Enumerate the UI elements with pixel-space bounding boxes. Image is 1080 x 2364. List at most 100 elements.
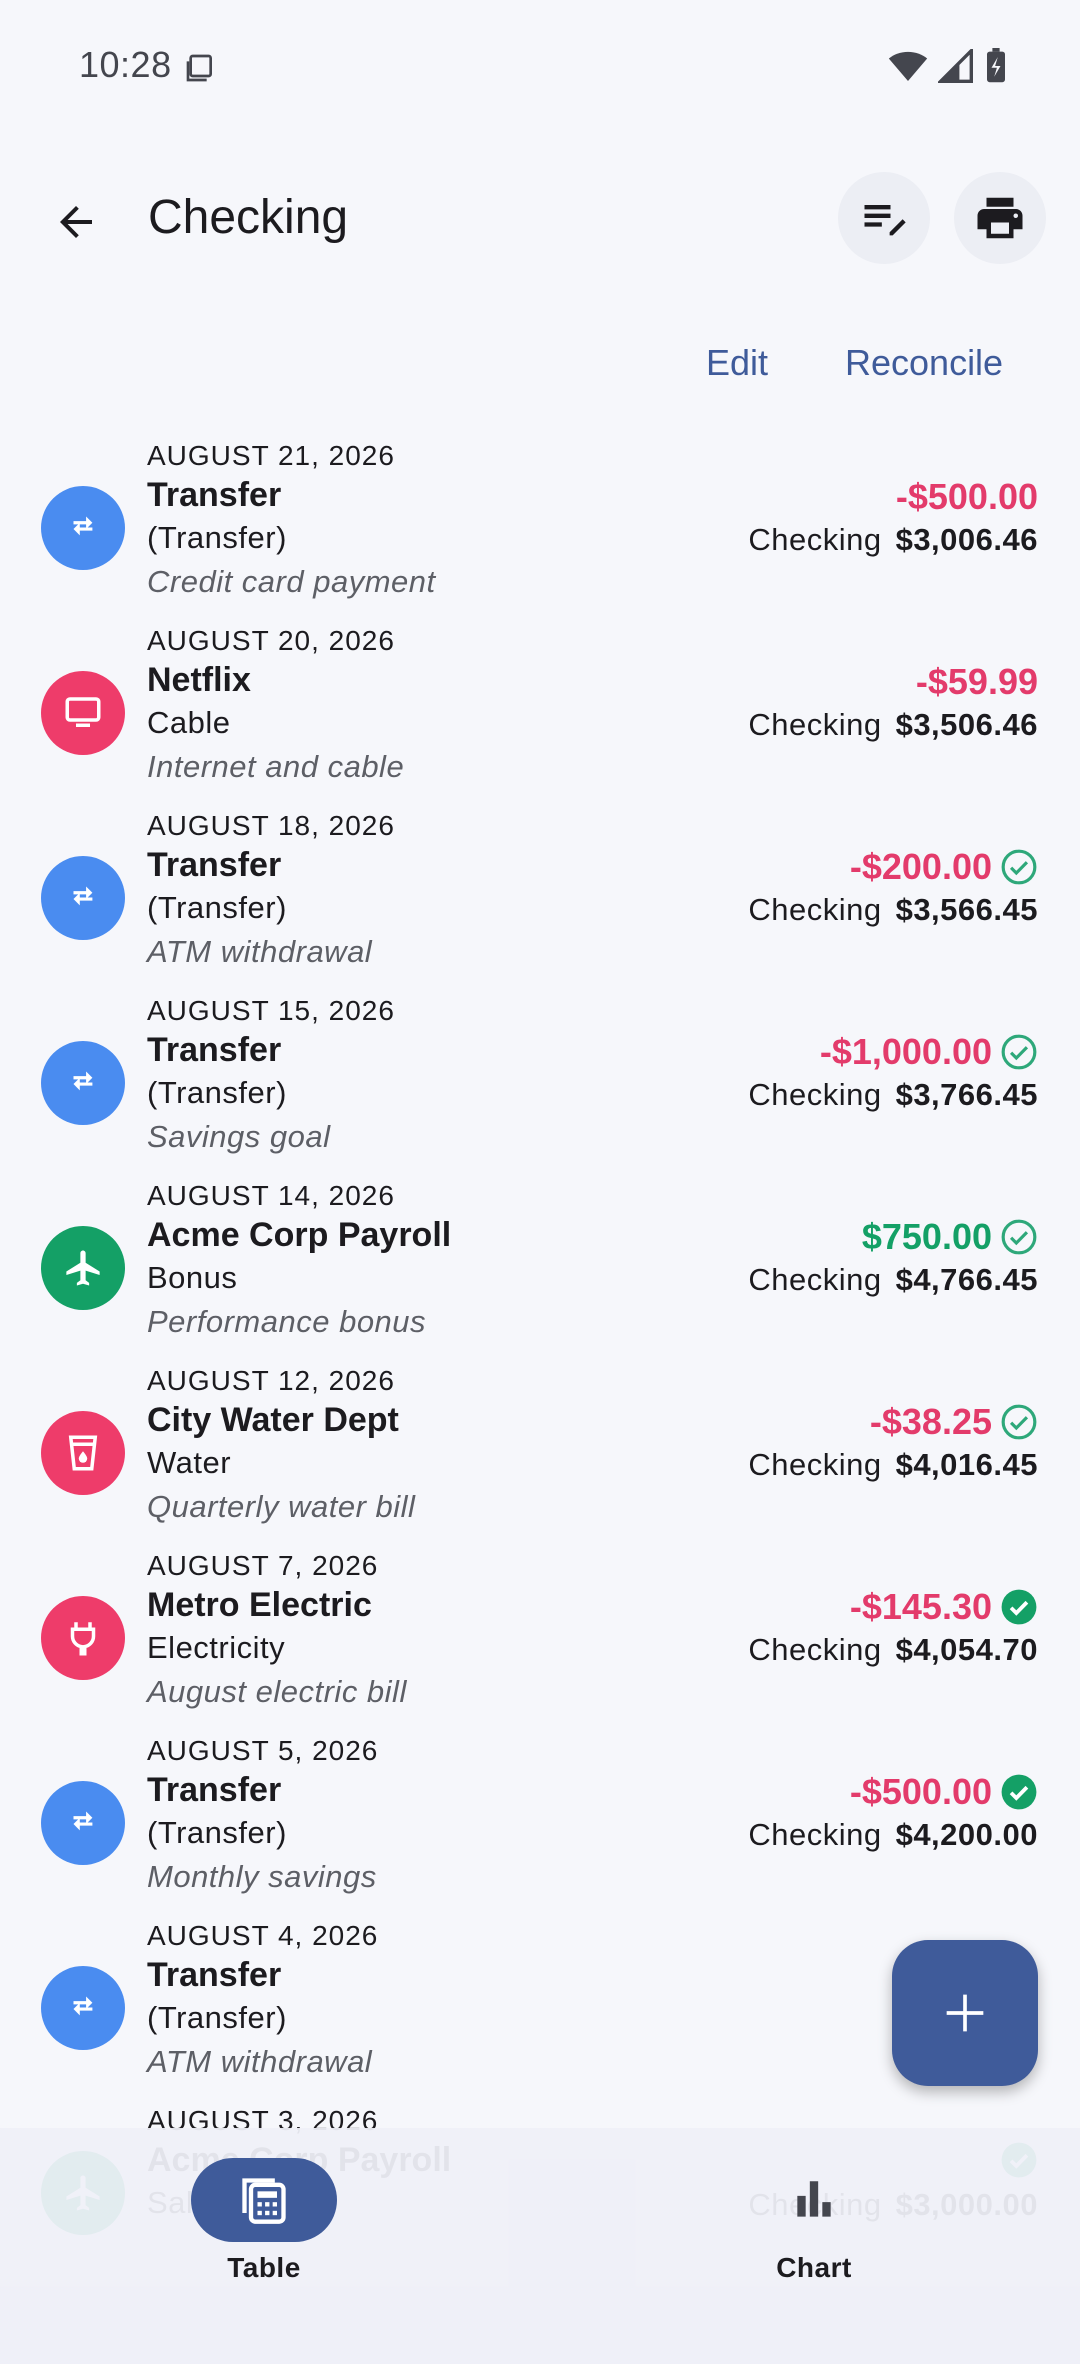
running-balance-group: Checking $4,016.45 <box>748 1447 1038 1483</box>
transaction-payee: Transfer <box>147 1771 282 1809</box>
transaction-amount: -$500.00 <box>849 1771 992 1812</box>
transaction-row[interactable]: AUGUST 7, 2026 Metro Electric Electricity A… <box>0 1540 1080 1725</box>
transaction-row[interactable]: AUGUST 5, 2026 Transfer (Transfer) Monthly … <box>0 1725 1080 1910</box>
running-balance: $4,054.70 <box>895 1632 1038 1667</box>
category-avatar <box>41 1966 125 2050</box>
battery-charging-icon <box>987 48 1005 83</box>
cellular-signal-icon <box>938 49 973 83</box>
print-button[interactable] <box>954 172 1046 264</box>
transaction-row[interactable]: AUGUST 20, 2026 Netflix Cable Internet and … <box>0 615 1080 800</box>
transaction-date: AUGUST 14, 2026 <box>147 1180 395 1211</box>
transaction-amount: -$500.00 <box>895 476 1038 517</box>
running-balance-group: Checking $4,766.45 <box>748 1262 1038 1298</box>
transaction-row[interactable]: AUGUST 15, 2026 Transfer (Transfer) Savings… <box>0 985 1080 1170</box>
transaction-category: (Transfer) <box>147 890 287 925</box>
transaction-amount-group: -$500.00 <box>850 1771 1038 1813</box>
table-calculator-icon <box>242 2178 286 2224</box>
transaction-category: Electricity <box>147 1630 286 1665</box>
add-transaction-button[interactable] <box>892 1940 1038 2086</box>
transaction-amount: $750.00 <box>861 1216 992 1257</box>
running-balance-group: Checking $3,006.46 <box>748 522 1038 558</box>
transaction-account: Checking <box>748 1447 882 1482</box>
transaction-row[interactable]: AUGUST 21, 2026 Transfer (Transfer) Credit … <box>0 430 1080 615</box>
reconciled-check-icon[interactable] <box>1000 1773 1038 1811</box>
transfer-icon <box>73 1996 93 2016</box>
transaction-date: AUGUST 4, 2026 <box>147 1920 379 1951</box>
back-button[interactable] <box>40 186 112 258</box>
cleared-check-icon[interactable] <box>1000 1218 1038 1256</box>
transaction-amount-group: -$38.25 <box>870 1401 1038 1443</box>
running-balance: $3,006.46 <box>895 522 1038 557</box>
transaction-category: Cable <box>147 705 231 740</box>
transaction-category: (Transfer) <box>147 2000 287 2035</box>
transaction-note: Credit card payment <box>147 564 436 599</box>
reconciled-check-icon[interactable] <box>1000 1588 1038 1626</box>
transaction-amount-group: -$145.30 <box>850 1586 1038 1628</box>
transaction-row[interactable]: AUGUST 18, 2026 Transfer (Transfer) ATM wit… <box>0 800 1080 985</box>
nav-active-indicator <box>191 2158 337 2242</box>
bottom-navigation: Table Chart <box>0 2128 1080 2364</box>
transaction-note: Quarterly water bill <box>147 1489 416 1524</box>
transaction-category: (Transfer) <box>147 1075 287 1110</box>
reconcile-button[interactable]: Reconcile <box>845 342 1003 384</box>
nav-label-chart: Chart <box>776 2252 852 2283</box>
transaction-category: Water <box>147 1445 232 1480</box>
transaction-row[interactable]: AUGUST 12, 2026 City Water Dept Water Quart… <box>0 1355 1080 1540</box>
cleared-check-icon[interactable] <box>1000 1033 1038 1071</box>
transaction-category: (Transfer) <box>147 1815 287 1850</box>
transaction-amount: -$59.99 <box>915 661 1038 702</box>
category-avatar <box>41 1226 125 1310</box>
category-avatar <box>41 671 125 755</box>
category-avatar <box>41 1596 125 1680</box>
transaction-date: AUGUST 20, 2026 <box>147 625 395 656</box>
transaction-row[interactable]: AUGUST 14, 2026 Acme Corp Payroll Bonus Per… <box>0 1170 1080 1355</box>
transaction-amount-group: -$1,000.00 <box>820 1031 1038 1073</box>
nav-item-chart[interactable]: Chart <box>684 2158 944 2318</box>
running-balance-group: Checking $3,506.46 <box>748 707 1038 743</box>
transaction-amount: -$145.30 <box>849 1586 992 1627</box>
transaction-amount-group: -$500.00 <box>896 476 1038 518</box>
nav-label-table: Table <box>227 2252 301 2283</box>
screenshot-notification-icon <box>186 54 212 82</box>
running-balance: $4,200.00 <box>895 1817 1038 1852</box>
nav-item-table[interactable]: Table <box>134 2158 394 2318</box>
cleared-check-icon[interactable] <box>1000 1403 1038 1441</box>
transaction-account: Checking <box>748 1632 882 1667</box>
status-icons <box>888 48 1008 84</box>
cleared-check-icon[interactable] <box>1000 848 1038 886</box>
page-title: Checking <box>148 191 349 244</box>
transaction-date: AUGUST 7, 2026 <box>147 1550 379 1581</box>
transaction-date: AUGUST 15, 2026 <box>147 995 395 1026</box>
running-balance: $3,506.46 <box>895 707 1038 742</box>
water-icon <box>68 1435 98 1471</box>
running-balance-group: Checking $4,200.00 <box>748 1817 1038 1853</box>
transaction-amount-group: -$200.00 <box>850 846 1038 888</box>
transaction-payee: Transfer <box>147 846 282 884</box>
category-avatar <box>41 1041 125 1125</box>
category-avatar <box>41 1781 125 1865</box>
transfer-icon <box>73 1811 93 1831</box>
transfer-icon <box>73 516 93 536</box>
edit-button[interactable]: Edit <box>706 342 768 384</box>
transaction-date: AUGUST 18, 2026 <box>147 810 395 841</box>
transaction-account: Checking <box>748 1262 882 1297</box>
print-icon <box>977 197 1023 239</box>
transaction-amount: -$200.00 <box>849 846 992 887</box>
transaction-amount: -$1,000.00 <box>819 1031 992 1072</box>
transaction-category: Bonus <box>147 1260 238 1295</box>
category-avatar <box>41 856 125 940</box>
transaction-account: Checking <box>748 892 882 927</box>
transaction-payee: City Water Dept <box>147 1401 399 1439</box>
transaction-payee: Transfer <box>147 476 282 514</box>
top-app-bar: Checking <box>0 160 1080 280</box>
edit-note-icon <box>864 205 906 236</box>
toolbar-actions: Edit Reconcile <box>0 330 1080 406</box>
nav-indicator <box>741 2158 887 2242</box>
transaction-note: Performance bonus <box>147 1304 427 1339</box>
transaction-note: ATM withdrawal <box>147 2044 373 2079</box>
edit-list-button[interactable] <box>838 172 930 264</box>
running-balance: $3,766.45 <box>895 1077 1038 1112</box>
transaction-payee: Acme Corp Payroll <box>147 1216 452 1254</box>
transaction-account: Checking <box>748 707 882 742</box>
transaction-payee: Transfer <box>147 1031 282 1069</box>
